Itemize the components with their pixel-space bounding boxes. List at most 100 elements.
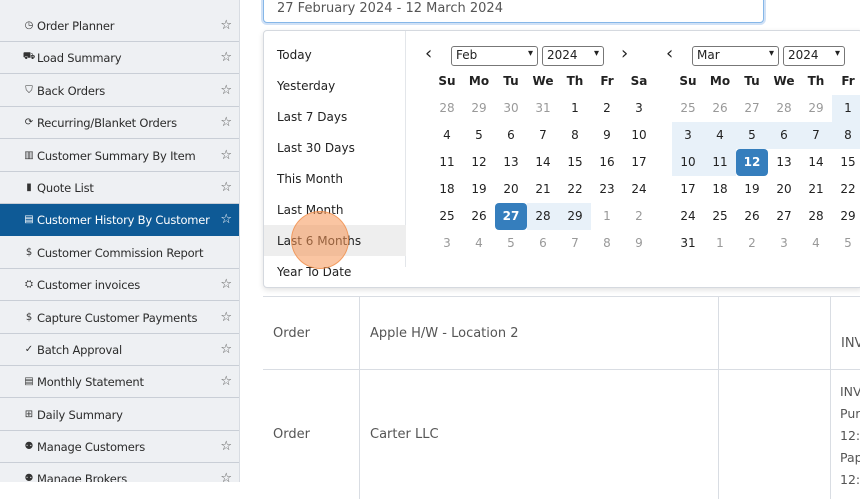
sidebar-item[interactable]: ⛟ Load Summary ☆ — [0, 42, 239, 74]
range-option[interactable]: Last 7 Days — [264, 101, 406, 132]
calendar-day[interactable]: 27 — [736, 95, 768, 122]
calendar-day[interactable]: 3 — [623, 95, 655, 122]
favorite-star-icon[interactable]: ☆ — [220, 471, 232, 482]
favorite-star-icon[interactable]: ☆ — [220, 115, 232, 130]
calendar-day[interactable]: 22 — [559, 176, 591, 203]
calendar-day[interactable]: 23 — [591, 176, 623, 203]
range-option[interactable]: Last 30 Days — [264, 132, 406, 163]
calendar-day[interactable]: 25 — [704, 203, 736, 230]
favorite-star-icon[interactable]: ☆ — [220, 374, 232, 389]
calendar-day[interactable]: 21 — [800, 176, 832, 203]
table-row[interactable]: Order Apple H/W - Location 2 INV — [263, 296, 860, 369]
calendar-day[interactable]: 2 — [591, 95, 623, 122]
sidebar-item[interactable]: ◷ Order Planner ☆ — [0, 10, 239, 42]
calendar-day[interactable]: 28 — [431, 95, 463, 122]
calendar-day[interactable]: 31 — [672, 230, 704, 257]
calendar-day[interactable]: 25 — [431, 203, 463, 230]
calendar-day[interactable]: 15 — [832, 149, 860, 176]
calendar-day[interactable]: 15 — [559, 149, 591, 176]
calendar-day[interactable]: 18 — [704, 176, 736, 203]
calendar-day[interactable]: 5 — [495, 230, 527, 257]
sidebar-item[interactable]: $ Customer Commission Report — [0, 237, 239, 269]
month-select[interactable]: Mar ▾ — [692, 46, 779, 66]
calendar-day[interactable]: 26 — [463, 203, 495, 230]
calendar-day[interactable]: 8 — [832, 122, 860, 149]
calendar-day[interactable]: 3 — [672, 122, 704, 149]
range-option[interactable]: Today — [264, 39, 406, 70]
calendar-day[interactable]: 24 — [623, 176, 655, 203]
calendar-day[interactable]: 3 — [768, 230, 800, 257]
calendar-day[interactable]: 7 — [527, 122, 559, 149]
calendar-day[interactable]: 2 — [736, 230, 768, 257]
calendar-day[interactable]: 4 — [431, 122, 463, 149]
calendar-day[interactable]: 11 — [431, 149, 463, 176]
calendar-day[interactable]: 31 — [527, 95, 559, 122]
sidebar-item[interactable]: ▤ Customer History By Customer ☆ — [0, 204, 239, 236]
calendar-day[interactable]: 29 — [800, 95, 832, 122]
favorite-star-icon[interactable]: ☆ — [220, 310, 232, 325]
calendar-day[interactable]: 9 — [591, 122, 623, 149]
calendar-day[interactable]: 1 — [704, 230, 736, 257]
calendar-day[interactable]: 21 — [527, 176, 559, 203]
calendar-day[interactable]: 9 — [623, 230, 655, 257]
calendar-day[interactable]: 29 — [559, 203, 591, 230]
calendar-day[interactable]: 29 — [463, 95, 495, 122]
sidebar-item[interactable]: ▮ Quote List ☆ — [0, 172, 239, 204]
calendar-day[interactable]: 24 — [672, 203, 704, 230]
year-select[interactable]: 2024 ▾ — [542, 46, 604, 66]
date-range-input[interactable]: 27 February 2024 - 12 March 2024 — [263, 0, 764, 23]
calendar-day[interactable]: 1 — [559, 95, 591, 122]
favorite-star-icon[interactable]: ☆ — [220, 342, 232, 357]
range-option[interactable]: This Month — [264, 163, 406, 194]
calendar-day[interactable]: 22 — [832, 176, 860, 203]
calendar-day[interactable]: 19 — [736, 176, 768, 203]
calendar-day[interactable]: 1 — [832, 95, 860, 122]
calendar-day[interactable]: 18 — [431, 176, 463, 203]
favorite-star-icon[interactable]: ☆ — [220, 180, 232, 195]
sidebar-item[interactable]: ⟳ Recurring/Blanket Orders ☆ — [0, 107, 239, 139]
calendar-day[interactable]: 26 — [704, 95, 736, 122]
calendar-day[interactable]: 27 — [495, 203, 527, 230]
calendar-day[interactable]: 13 — [495, 149, 527, 176]
calendar-day[interactable]: 20 — [768, 176, 800, 203]
sidebar-item[interactable]: ⊞ Daily Summary — [0, 399, 239, 431]
sidebar-item[interactable]: ▤ Monthly Statement ☆ — [0, 366, 239, 398]
next-month-icon[interactable]: › — [621, 43, 628, 65]
calendar-day[interactable]: 12 — [463, 149, 495, 176]
calendar-day[interactable]: 6 — [495, 122, 527, 149]
calendar-day[interactable]: 10 — [672, 149, 704, 176]
favorite-star-icon[interactable]: ☆ — [220, 439, 232, 454]
calendar-day[interactable]: 28 — [800, 203, 832, 230]
calendar-day[interactable]: 14 — [527, 149, 559, 176]
sidebar-item[interactable]: ⛉ Back Orders ☆ — [0, 75, 239, 107]
calendar-day[interactable]: 26 — [736, 203, 768, 230]
calendar-day[interactable]: 4 — [800, 230, 832, 257]
prev-month-icon[interactable]: ‹ — [425, 43, 432, 65]
calendar-day[interactable]: 25 — [672, 95, 704, 122]
sidebar-item[interactable]: ⚉ Manage Customers ☆ — [0, 431, 239, 463]
calendar-day[interactable]: 8 — [559, 122, 591, 149]
calendar-day[interactable]: 1 — [591, 203, 623, 230]
sidebar-item[interactable]: ✓ Batch Approval ☆ — [0, 334, 239, 366]
favorite-star-icon[interactable]: ☆ — [220, 148, 232, 163]
favorite-star-icon[interactable]: ☆ — [220, 277, 232, 292]
calendar-day[interactable]: 17 — [672, 176, 704, 203]
favorite-star-icon[interactable]: ☆ — [220, 212, 232, 227]
calendar-day[interactable]: 29 — [832, 203, 860, 230]
calendar-day[interactable]: 13 — [768, 149, 800, 176]
calendar-day[interactable]: 28 — [527, 203, 559, 230]
calendar-day[interactable]: 27 — [768, 203, 800, 230]
prev-month-icon[interactable]: ‹ — [666, 43, 673, 65]
calendar-day[interactable]: 5 — [463, 122, 495, 149]
year-select[interactable]: 2024 ▾ — [783, 46, 845, 66]
calendar-day[interactable]: 20 — [495, 176, 527, 203]
calendar-day[interactable]: 5 — [832, 230, 860, 257]
calendar-day[interactable]: 28 — [768, 95, 800, 122]
calendar-day[interactable]: 12 — [736, 149, 768, 176]
calendar-day[interactable]: 7 — [800, 122, 832, 149]
table-row[interactable]: Order Carter LLC INV Pur 12: Pap 12: — [263, 369, 860, 499]
calendar-day[interactable]: 6 — [527, 230, 559, 257]
range-option[interactable]: Yesterday — [264, 70, 406, 101]
sidebar-item[interactable]: ⛭ Customer invoices ☆ — [0, 269, 239, 301]
favorite-star-icon[interactable]: ☆ — [220, 50, 232, 65]
